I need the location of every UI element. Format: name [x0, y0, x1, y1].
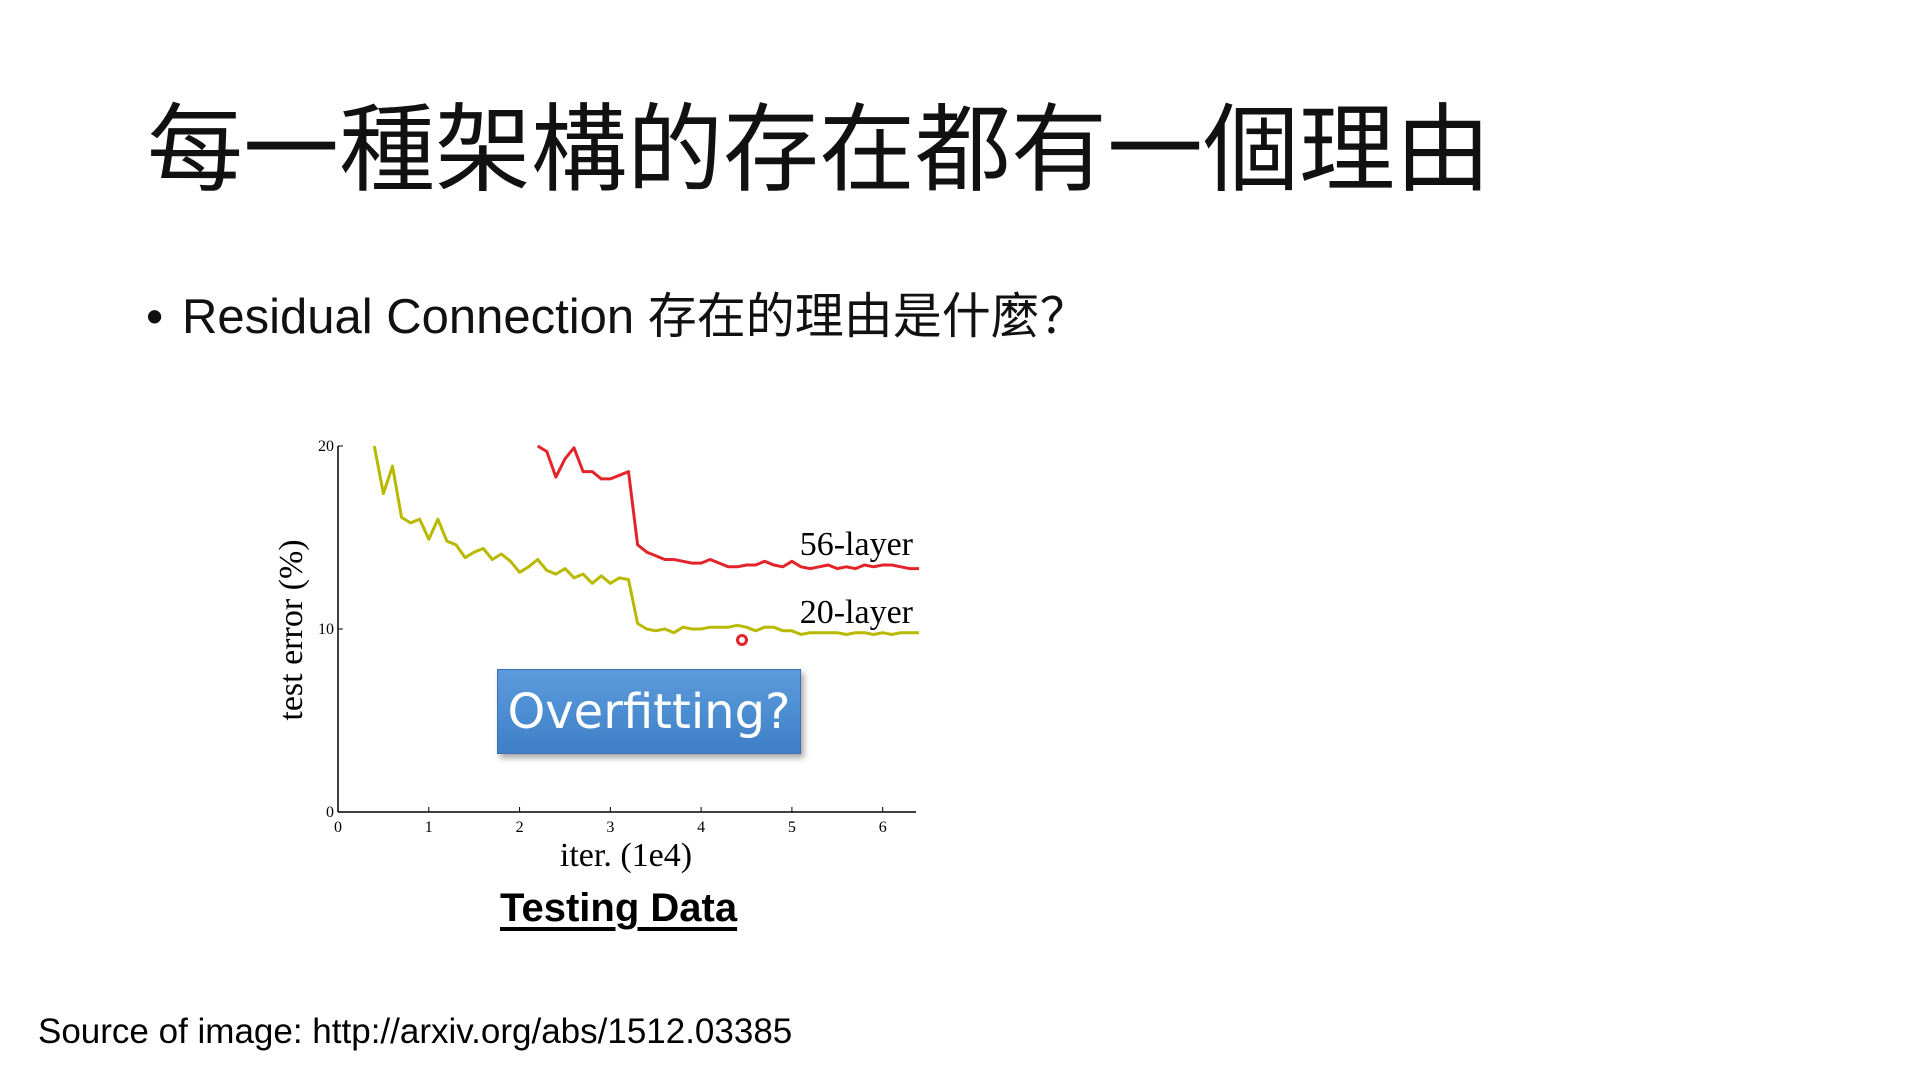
- x-tick-label: 0: [334, 819, 342, 836]
- line-chart: 0 1 2 3 4 5 6 0 10 20 iter. (1e4) test error (%)…: [273, 438, 919, 874]
- x-tick-label: 3: [606, 819, 614, 836]
- x-tick-label: 1: [425, 819, 433, 836]
- y-axis-label: test error (%): [273, 539, 310, 720]
- y-tick-group: 0 10 20: [318, 438, 343, 821]
- source-note: Source of image: http://arxiv.org/abs/15…: [38, 1012, 793, 1051]
- series-label-56-layer: 56-layer: [800, 526, 914, 563]
- pointer-dot: [736, 634, 748, 646]
- x-axis-label: iter. (1e4): [560, 837, 692, 874]
- y-tick-label: 20: [318, 438, 334, 455]
- x-tick-label: 2: [516, 819, 524, 836]
- x-tick-label: 6: [879, 819, 887, 836]
- x-tick-label: 5: [788, 819, 796, 836]
- y-tick-label: 0: [326, 804, 334, 821]
- series-label-20-layer: 20-layer: [800, 594, 914, 631]
- y-tick-label: 10: [318, 621, 334, 638]
- overfitting-callout: Overfitting?: [497, 669, 801, 754]
- chart-caption: Testing Data: [500, 886, 738, 930]
- x-tick-label: 4: [697, 819, 705, 836]
